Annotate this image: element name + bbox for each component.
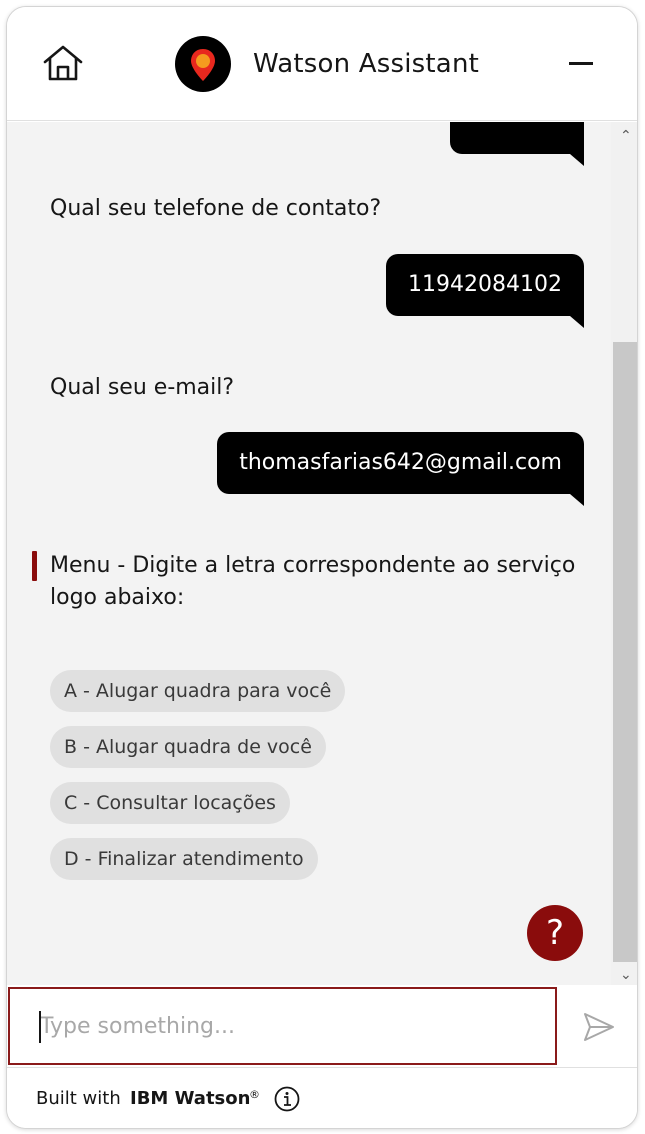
assistant-avatar: [175, 36, 231, 92]
option-button-a[interactable]: A - Alugar quadra para você: [50, 670, 346, 712]
help-button[interactable]: ?: [527, 905, 583, 961]
home-icon: [43, 45, 83, 81]
option-button-c[interactable]: C - Consultar locações: [50, 782, 290, 824]
option-button-d[interactable]: D - Finalizar atendimento: [50, 838, 318, 880]
home-button[interactable]: [41, 43, 85, 83]
text-caret: [39, 1011, 41, 1043]
send-button[interactable]: [581, 1009, 617, 1045]
footer: Built with IBM Watson ®: [7, 1067, 637, 1128]
location-pin-icon: [191, 49, 215, 81]
built-with-text: Built with: [36, 1088, 121, 1109]
assistant-title: Watson Assistant: [253, 49, 480, 79]
chat-widget: Watson Assistant Qual seu telefone de co…: [6, 6, 638, 1129]
bot-message-menu-line1: Menu - Digite a letra correspondente ao …: [50, 553, 576, 578]
bot-message: Qual seu telefone de contato?: [50, 196, 382, 221]
info-button[interactable]: [273, 1085, 301, 1113]
user-message: 11942084102: [386, 254, 584, 328]
info-icon: [274, 1086, 300, 1112]
option-button-b[interactable]: B - Alugar quadra de você: [50, 726, 326, 768]
message-list: Qual seu telefone de contato? 1194208410…: [7, 122, 637, 985]
scrollbar[interactable]: ⌃ ⌄: [611, 122, 637, 985]
send-icon: [584, 1013, 614, 1041]
header: Watson Assistant: [7, 7, 637, 121]
message-input[interactable]: [8, 987, 557, 1065]
minimize-button[interactable]: [565, 47, 597, 79]
brand-name: IBM Watson: [130, 1088, 251, 1109]
input-row: [7, 985, 637, 1067]
user-message: thomasfarias642@gmail.com: [217, 432, 584, 506]
scroll-up-icon[interactable]: ⌃: [620, 128, 632, 144]
bot-message: Qual seu e-mail?: [50, 375, 235, 400]
scroll-thumb[interactable]: [613, 342, 637, 962]
registered-mark: ®: [249, 1088, 260, 1101]
bot-message-menu-line2: logo abaixo:: [50, 585, 185, 610]
user-message: [450, 122, 584, 166]
menu-accent-bar: [32, 551, 37, 581]
scroll-down-icon[interactable]: ⌄: [620, 967, 632, 983]
